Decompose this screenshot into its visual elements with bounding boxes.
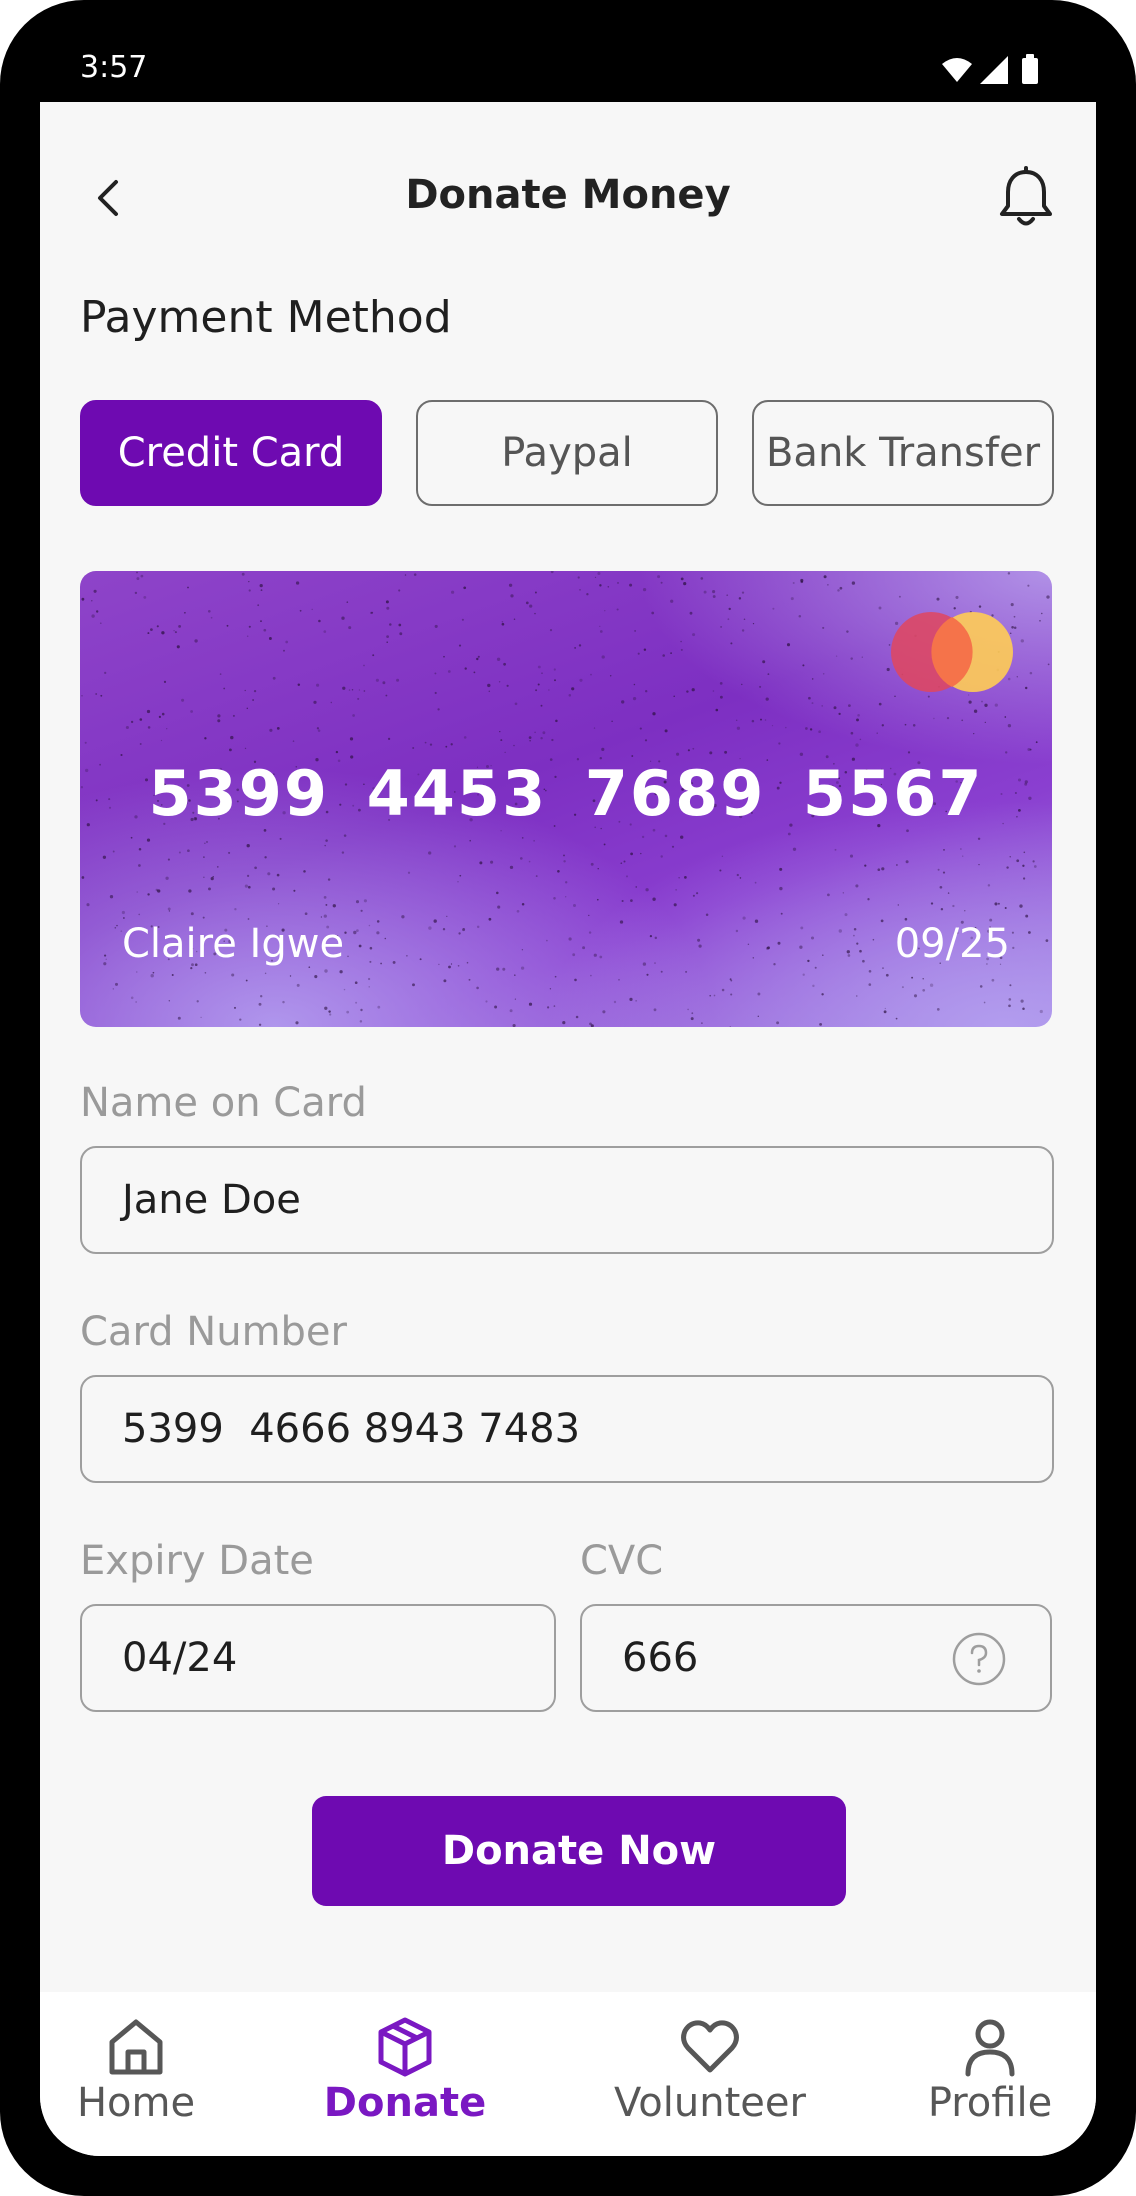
phone-frame: 3:57 Donate Money Payment Method Credit … [0,0,1136,2196]
cvc-value: 666 [622,1635,699,1681]
nav-profile-label: Profile [927,2080,1053,2126]
signal-icon [980,56,1008,84]
bell-icon[interactable] [996,166,1056,230]
nav-donate[interactable]: Donate [320,2016,490,2146]
home-icon [109,2019,163,2075]
card-expiry: 09/25 [894,921,1010,967]
header: Donate Money [40,162,1096,234]
person-icon [965,2019,1015,2077]
question-icon[interactable] [952,1632,1006,1686]
card-number-display: 5399 4453 7689 5567 [148,757,984,830]
card-holder-name: Claire Igwe [122,921,345,967]
nav-profile[interactable]: Profile [920,2016,1060,2146]
payment-method-label: Payment Method [80,292,452,343]
card-number-value: 5399 4666 8943 7483 [122,1406,581,1452]
name-on-card-input[interactable]: Jane Doe [80,1146,1054,1254]
expiry-date-value: 04/24 [122,1635,238,1681]
card-number-input[interactable]: 5399 4666 8943 7483 [80,1375,1054,1483]
name-on-card-label: Name on Card [80,1080,367,1126]
tab-paypal[interactable]: Paypal [416,400,718,506]
card-number-label: Card Number [80,1309,347,1355]
payment-method-tabs: Credit Card Paypal Bank Transfer [80,400,1056,510]
name-on-card-value: Jane Doe [122,1177,301,1223]
nav-home-label: Home [76,2080,196,2126]
nav-volunteer[interactable]: Volunteer [600,2016,820,2146]
wifi-icon [942,58,972,82]
credit-card-preview: 5399 4453 7689 5567 Claire Igwe 09/25 [80,571,1052,1027]
status-bar: 3:57 [40,0,1096,102]
tab-credit-card[interactable]: Credit Card [80,400,382,506]
nav-home[interactable]: Home [64,2016,208,2146]
expiry-date-input[interactable]: 04/24 [80,1604,556,1712]
status-icons [942,54,1038,84]
page-title: Donate Money [405,172,731,218]
app-screen: Donate Money Payment Method Credit Card … [40,102,1096,2156]
nav-donate-label: Donate [323,2080,487,2126]
cvc-input[interactable]: 666 [580,1604,1052,1712]
bottom-nav: Home Donate Volunteer Profile [40,1992,1096,2156]
heart-icon [681,2020,739,2073]
mastercard-logo [891,612,1013,692]
donate-now-button[interactable]: Donate Now [312,1796,846,1906]
nav-volunteer-label: Volunteer [614,2080,806,2126]
expiry-date-label: Expiry Date [80,1538,314,1584]
status-time: 3:57 [80,50,148,85]
cvc-label: CVC [580,1538,664,1584]
tab-bank-transfer[interactable]: Bank Transfer [752,400,1054,506]
box-icon [378,2017,432,2077]
battery-icon [1022,58,1038,84]
